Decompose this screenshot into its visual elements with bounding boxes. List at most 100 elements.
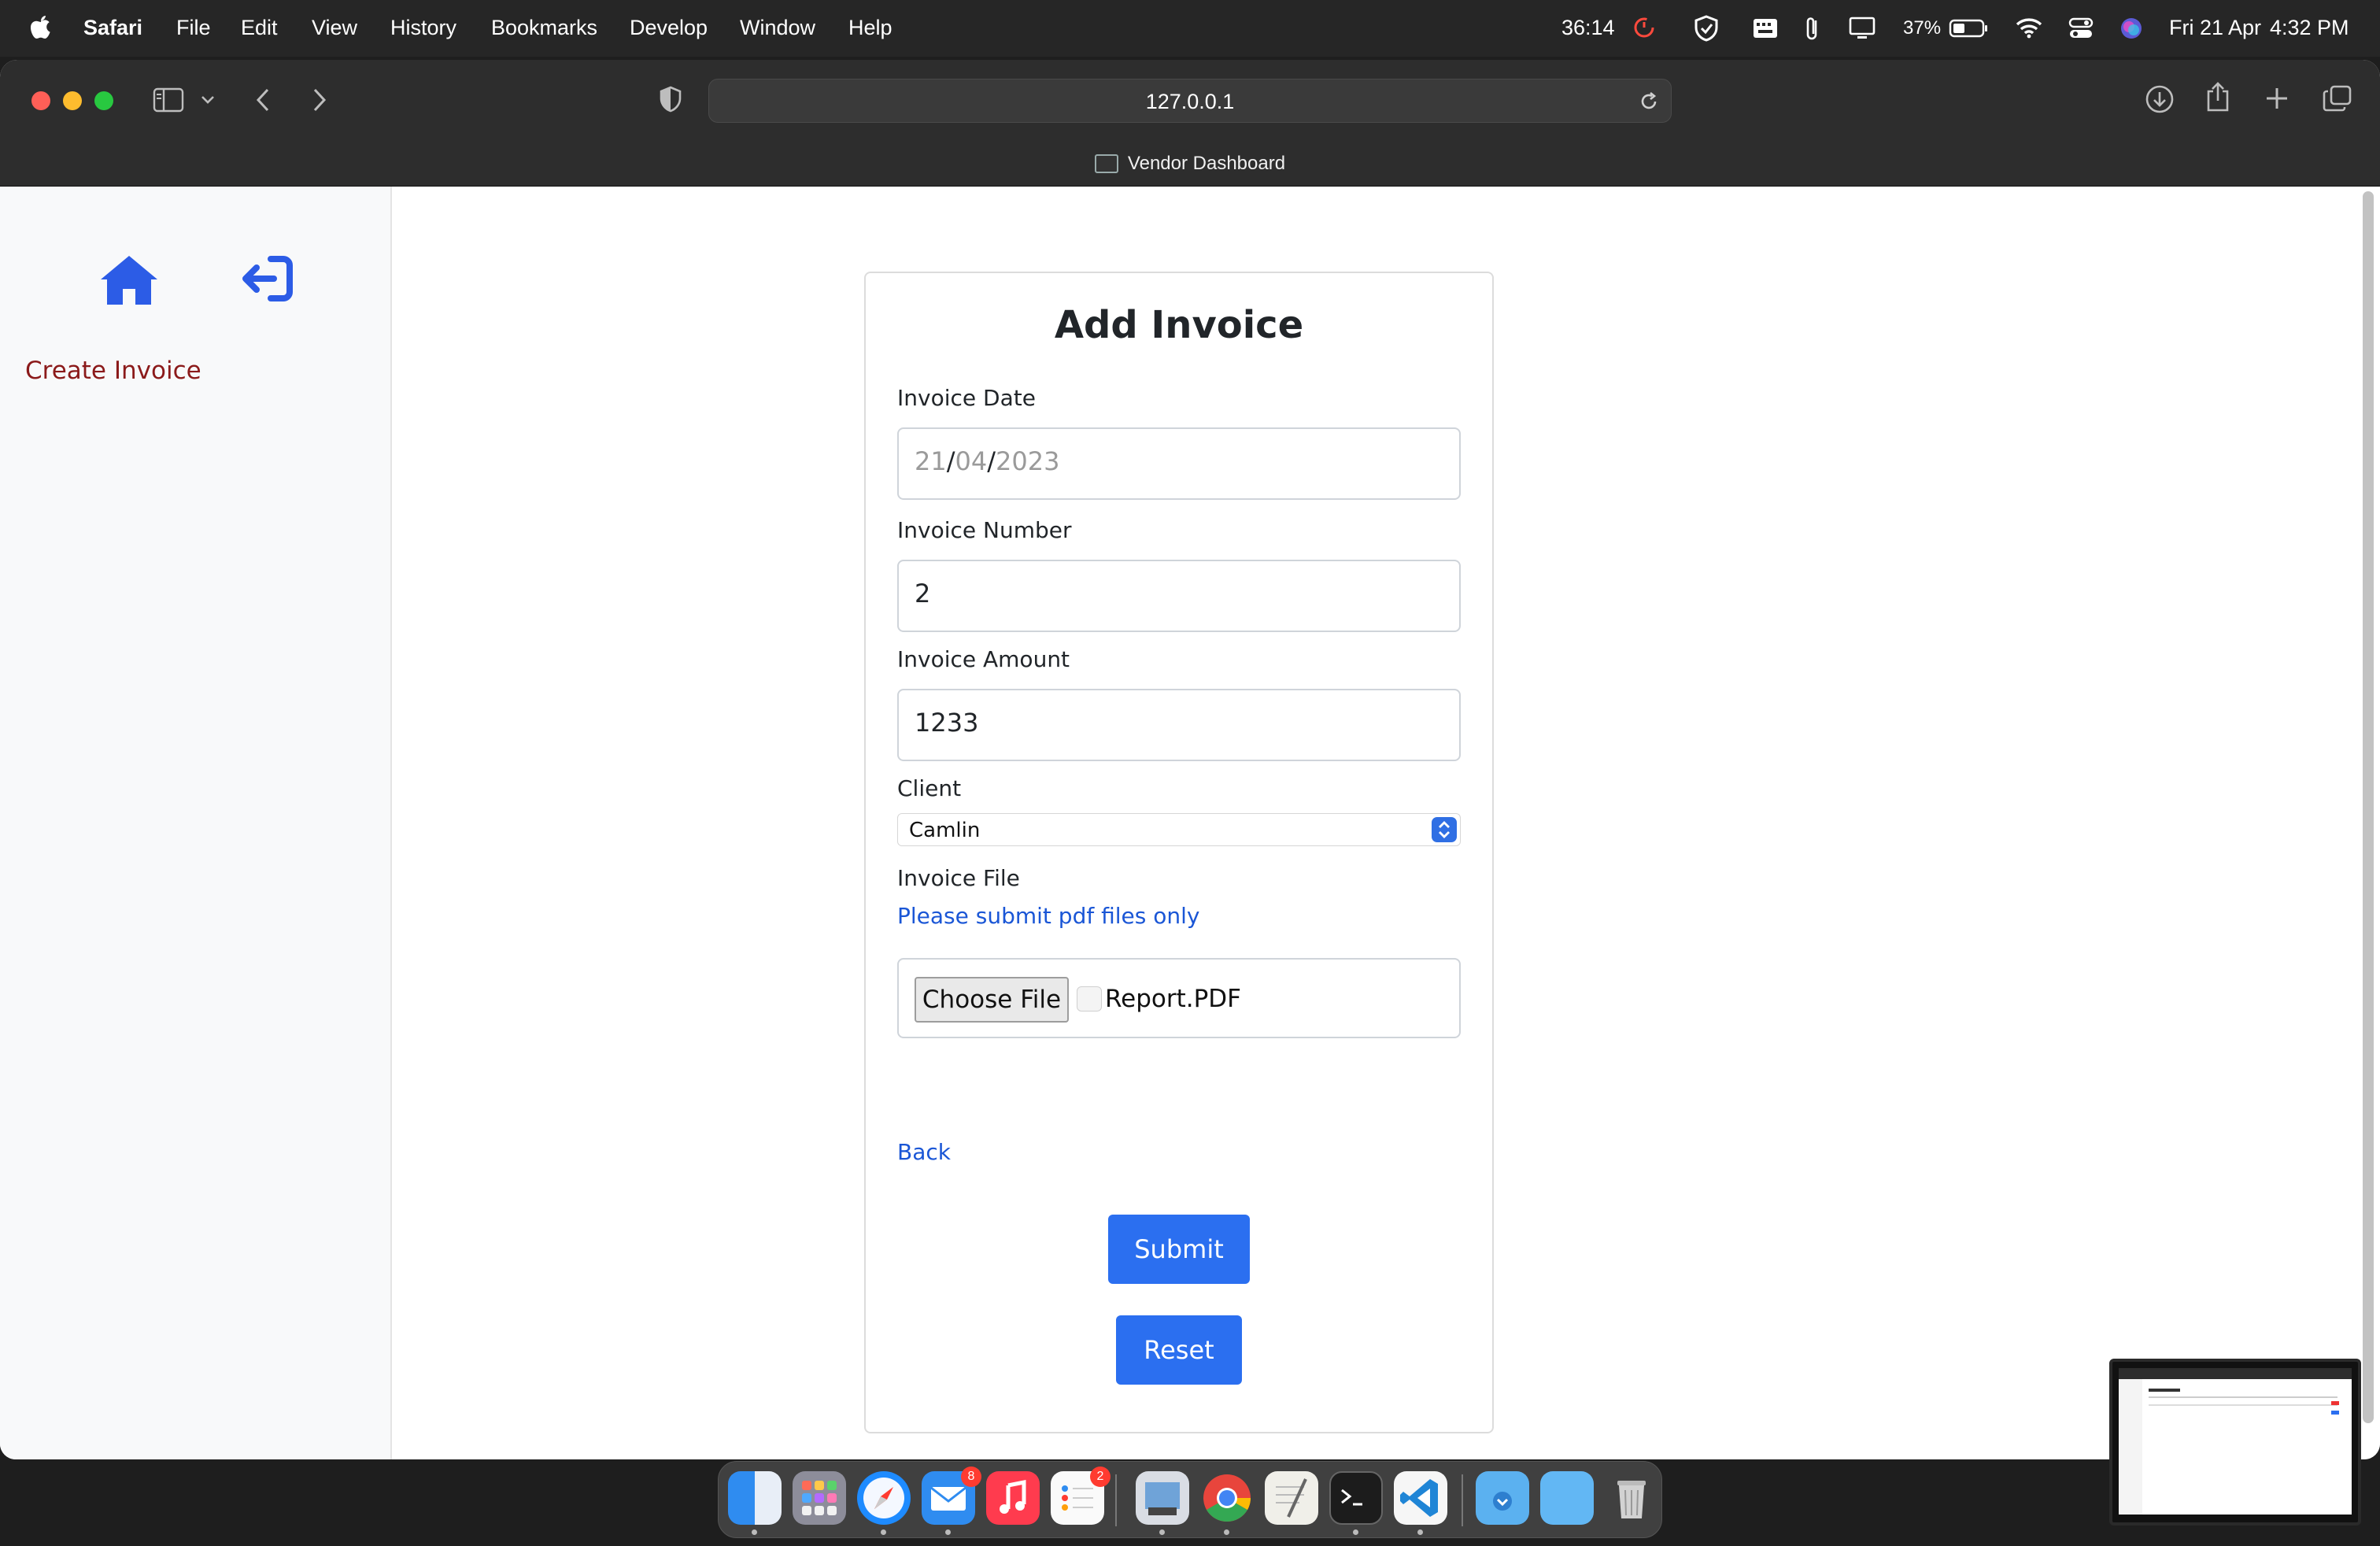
date-day[interactable]: 21 <box>915 446 947 476</box>
dock: 8 2 <box>718 1461 1662 1538</box>
menu-edit[interactable]: Edit <box>241 16 278 40</box>
client-selected-value: Camlin <box>909 819 981 842</box>
invoice-amount-label: Invoice Amount <box>897 646 1070 672</box>
create-invoice-link[interactable]: Create Invoice <box>25 357 201 385</box>
folder-icon[interactable] <box>1540 1471 1594 1525</box>
share-icon[interactable] <box>2204 80 2232 113</box>
battery-icon[interactable] <box>1949 17 1990 39</box>
invoice-amount-input[interactable]: 1233 <box>897 689 1461 761</box>
dock-separator <box>1462 1474 1463 1526</box>
add-invoice-form: Add Invoice Invoice Date 21/04/2023 Invo… <box>864 272 1494 1433</box>
address-bar[interactable]: 127.0.0.1 <box>708 79 1672 123</box>
tab-overview-icon[interactable] <box>2322 83 2353 113</box>
shield-check-icon[interactable] <box>1692 14 1720 43</box>
sidebar: Create Invoice <box>0 187 392 1459</box>
file-type-icon <box>1077 986 1102 1012</box>
launchpad-icon[interactable] <box>793 1471 846 1525</box>
keyboard-icon[interactable] <box>1752 17 1779 39</box>
browser-toolbar: 127.0.0.1 Vendor Dashboard <box>0 60 2380 187</box>
tab-title[interactable]: Vendor Dashboard <box>0 153 2380 175</box>
dock-separator <box>1115 1474 1117 1526</box>
close-window-button[interactable] <box>31 91 50 110</box>
choose-file-button[interactable]: Choose File <box>915 977 1069 1023</box>
reset-button[interactable]: Reset <box>1116 1315 1242 1385</box>
back-link[interactable]: Back <box>897 1139 951 1165</box>
invoice-number-input[interactable]: 2 <box>897 560 1461 632</box>
menu-window[interactable]: Window <box>740 16 815 40</box>
minimize-window-button[interactable] <box>63 91 82 110</box>
browser-window: 127.0.0.1 Vendor Dashboard Create Invoic… <box>0 60 2380 1459</box>
invoice-number-label: Invoice Number <box>897 517 1072 543</box>
running-indicator <box>945 1529 951 1535</box>
timer-text[interactable]: 36:14 <box>1561 16 1615 40</box>
vscode-icon[interactable] <box>1394 1471 1447 1525</box>
finder-icon[interactable] <box>728 1471 782 1525</box>
selected-file-name: Report.PDF <box>1105 985 1242 1013</box>
terminal-icon[interactable] <box>1329 1471 1383 1525</box>
menu-view[interactable]: View <box>312 16 357 40</box>
thumbnail-preview-image <box>2119 1368 2352 1515</box>
url-text[interactable]: 127.0.0.1 <box>709 90 1671 114</box>
zoom-window-button[interactable] <box>94 91 113 110</box>
home-icon[interactable] <box>98 253 161 308</box>
client-select[interactable]: Camlin <box>897 813 1461 846</box>
time-text[interactable]: 4:32 PM <box>2270 16 2349 40</box>
menu-history[interactable]: History <box>390 16 456 40</box>
menu-help[interactable]: Help <box>848 16 893 40</box>
apple-icon[interactable] <box>28 13 54 41</box>
music-icon[interactable] <box>986 1471 1040 1525</box>
control-center-icon[interactable] <box>2068 16 2094 41</box>
menu-file[interactable]: File <box>176 16 211 40</box>
siri-icon[interactable] <box>2119 16 2144 41</box>
menu-bar: Safari File Edit View History Bookmarks … <box>0 0 2380 57</box>
new-tab-icon[interactable] <box>2264 85 2290 112</box>
running-indicator <box>752 1529 757 1535</box>
page-scrollbar[interactable] <box>2363 191 2374 1423</box>
safari-icon[interactable] <box>857 1471 911 1525</box>
invoice-file-input[interactable]: Choose File Report.PDF <box>897 958 1461 1038</box>
submit-button[interactable]: Submit <box>1108 1215 1250 1284</box>
back-arrow-icon[interactable] <box>253 87 272 113</box>
battery-percent: 37% <box>1903 17 1942 39</box>
logout-icon[interactable] <box>238 253 296 305</box>
preview-icon[interactable] <box>1136 1471 1189 1525</box>
file-hint-text: Please submit pdf files only <box>897 903 1200 929</box>
privacy-shield-icon[interactable] <box>658 85 683 113</box>
menu-app-name[interactable]: Safari <box>83 16 142 40</box>
forward-arrow-icon[interactable] <box>310 87 329 113</box>
reload-icon[interactable] <box>1638 91 1660 113</box>
running-indicator <box>881 1529 886 1535</box>
downloads-icon[interactable] <box>2144 83 2175 115</box>
terminal-favicon-icon <box>1094 154 1118 173</box>
display-icon[interactable] <box>1848 16 1876 41</box>
menu-bookmarks[interactable]: Bookmarks <box>491 16 597 40</box>
date-text[interactable]: Fri 21 Apr <box>2169 16 2261 40</box>
chrome-icon[interactable] <box>1200 1471 1254 1525</box>
invoice-date-input[interactable]: 21/04/2023 <box>897 427 1461 500</box>
page-content: Create Invoice Add Invoice Invoice Date … <box>0 187 2380 1459</box>
paperclip-icon[interactable] <box>1804 14 1821 43</box>
timer-icon[interactable] <box>1632 16 1656 39</box>
menu-develop[interactable]: Develop <box>630 16 708 40</box>
date-separator: / <box>946 446 955 476</box>
date-month[interactable]: 04 <box>955 446 988 476</box>
textedit-icon[interactable] <box>1265 1471 1318 1525</box>
trash-icon[interactable] <box>1605 1471 1658 1525</box>
running-indicator <box>1417 1529 1423 1535</box>
client-label: Client <box>897 775 962 801</box>
running-indicator <box>1224 1529 1229 1535</box>
form-title: Add Invoice <box>1054 303 1304 347</box>
running-indicator <box>1159 1529 1165 1535</box>
tab-title-text: Vendor Dashboard <box>1127 153 1286 174</box>
select-arrows-icon <box>1432 817 1457 842</box>
wifi-icon[interactable] <box>2015 16 2043 39</box>
sidebar-toggle-icon[interactable] <box>153 87 184 113</box>
date-separator: / <box>987 446 996 476</box>
chevron-down-icon[interactable] <box>200 94 216 105</box>
running-indicator <box>1353 1529 1358 1535</box>
mail-badge: 8 <box>961 1466 981 1487</box>
downloads-folder-icon[interactable] <box>1476 1471 1529 1525</box>
date-year[interactable]: 2023 <box>996 446 1059 476</box>
invoice-date-label: Invoice Date <box>897 385 1036 411</box>
screenshot-thumbnail[interactable] <box>2109 1359 2361 1526</box>
